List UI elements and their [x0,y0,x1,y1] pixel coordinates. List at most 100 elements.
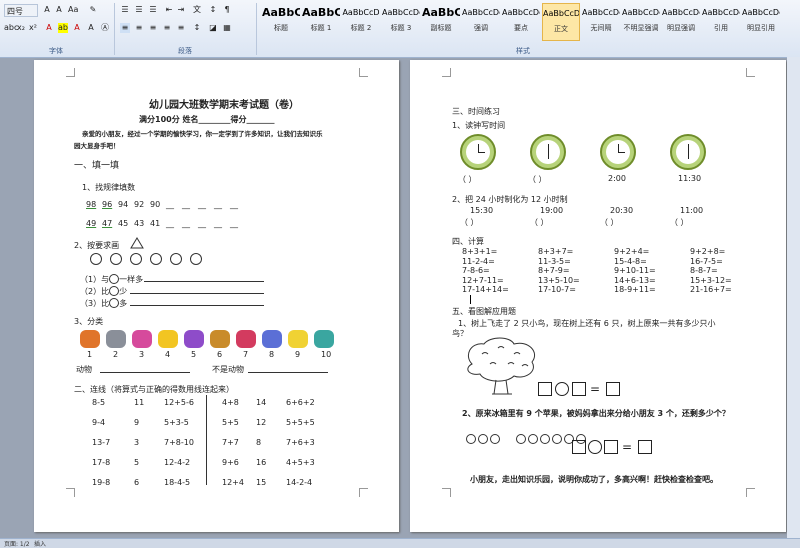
styles-group: AaBbC 标题 AaBbC 标题 1 AaBbCcD 标题 2 AaBbCcDd 标题 3A… [258,0,788,57]
answer-line [248,372,328,373]
numbering-icon[interactable]: ☰ [134,5,144,15]
enclose-char-icon[interactable]: Ⓐ [100,23,110,33]
style-sample: AaBbCcDd [502,8,540,17]
align-center-icon[interactable]: ≡ [134,23,144,33]
vertical-scrollbar[interactable] [787,57,800,538]
answer-box[interactable] [638,440,652,454]
answer-line [144,281,264,282]
animal-picture [80,330,100,348]
match-cell: 4+8 [222,398,239,407]
shrink-font-icon[interactable]: A [54,5,64,15]
pattern-cell: __ [166,219,174,228]
animal-picture [106,330,126,348]
match-cell: 8-5 [92,398,106,407]
multilevel-icon[interactable]: ☰ [148,5,158,15]
grow-font-icon[interactable]: A [42,5,52,15]
crop-mark [442,68,451,77]
borders-icon[interactable]: ▦ [222,23,232,33]
style-sample: AaBbCcDc [742,8,780,17]
style-2[interactable]: AaBbC 标题 1 [302,3,340,41]
answer-box[interactable] [572,440,586,454]
style-6[interactable]: AaBbCcDd 强调 [462,3,500,41]
style-name: 无间隔 [590,24,612,32]
match-cell: 9-4 [92,418,106,427]
answer-box[interactable] [604,440,618,454]
superscript-icon[interactable]: x² [28,23,38,33]
section-3-2-heading: 2、把 24 小时制化为 12 小时制 [452,195,568,204]
highlight-icon[interactable]: ab [58,23,68,33]
operator-circle[interactable] [588,440,602,454]
change-case-icon[interactable]: Aa [68,5,78,15]
decrease-indent-icon[interactable]: ⇤ [164,5,174,15]
clear-format-icon[interactable]: ✎ [88,5,98,15]
match-cell: 5+5 [222,418,239,427]
match-cell: 6+6+2 [286,398,315,407]
match-cell: 13-7 [92,438,111,447]
pattern-cell: __ [182,200,190,209]
match-cell: 16 [256,458,267,467]
distribute-icon[interactable]: ≡ [176,23,186,33]
animal-number: 7 [243,350,249,359]
animal-picture [262,330,282,348]
style-5[interactable]: AaBbC 副标题 [422,3,460,41]
font-color-icon[interactable]: A [72,23,82,33]
circle-shape [170,253,182,265]
match-cell: 7+7 [222,438,239,447]
style-4[interactable]: AaBbCcDd 标题 3 [382,3,420,41]
intro-line-2: 园大显身手吧！ [74,142,120,150]
problem-2: 2、原来冰箱里有 9 个苹果，被妈妈拿出来分给小朋友 3 个，还剩多少个？ [462,409,730,418]
style-12[interactable]: AaBbCcDc 引用 [702,3,740,41]
strikethrough-icon[interactable]: abc [4,23,18,33]
crop-mark [66,488,75,497]
style-sample: AaBbC [422,6,460,19]
text-effect-icon[interactable]: A [44,23,54,33]
apple-icon [528,434,538,444]
ribbon: 四号 A A Aa ✎ abc x₂ x² A ab A A Ⓐ 字体 ☰ ☰ … [0,0,800,58]
answer-box[interactable] [538,382,552,396]
answer-box[interactable] [572,382,586,396]
pattern-cell: __ [198,219,206,228]
calc-item: 18-9+11= [614,285,656,294]
increase-indent-icon[interactable]: ⇥ [176,5,186,15]
style-sample: AaBbCcDc [543,9,579,18]
match-cell: 12-4-2 [164,458,191,467]
crop-mark [359,488,368,497]
pattern-cell: 96 [102,200,113,209]
subscript-icon[interactable]: x₂ [16,23,26,33]
animal-number: 2 [113,350,119,359]
clock-picture [530,134,566,170]
chinese-layout-icon[interactable]: 文 [192,5,202,15]
sort-icon[interactable]: ↕ [208,5,218,15]
font-group-label: 字体 [49,47,63,55]
calc-item: 16-7-5= [690,256,723,266]
animal-picture [314,330,334,348]
match-cell: 5+3-5 [164,418,189,427]
style-10[interactable]: AaBbCcDc 不明显强调 [622,3,660,41]
style-sample: AaBbCcD [342,8,380,17]
style-11[interactable]: AaBbCcDc 明显强调 [662,3,700,41]
line-spacing-icon[interactable]: ↕ [192,23,202,33]
answer-box[interactable] [606,382,620,396]
match-cell: 18-4-5 [164,478,191,487]
char-shading-icon[interactable]: A [86,23,96,33]
justify-icon[interactable]: ≡ [162,23,172,33]
font-size-select[interactable]: 四号 [4,4,38,17]
align-right-icon[interactable]: ≡ [148,23,158,33]
time-24h: 20:30 [610,206,634,215]
style-7[interactable]: AaBbCcDd 要点 [502,3,540,41]
match-cell: 14-2-4 [286,478,313,487]
operator-circle[interactable] [555,382,569,396]
style-9[interactable]: AaBbCcDc 无间隔 [582,3,620,41]
shading-icon[interactable]: ◪ [208,23,218,33]
style-name: 正文 [554,25,568,33]
style-sample: AaBbCcDc [622,8,660,17]
crop-mark [66,68,75,77]
style-3[interactable]: AaBbCcD 标题 2 [342,3,380,41]
style-8[interactable]: AaBbCcDc 正文 [542,3,580,41]
section-1-2-heading: 2、按要求画 [74,241,120,250]
style-13[interactable]: AaBbCcDc 明显引用 [742,3,780,41]
style-1[interactable]: AaBbC 标题 [262,3,300,41]
bullets-icon[interactable]: ☰ [120,5,130,15]
show-marks-icon[interactable]: ¶ [222,5,232,15]
align-left-icon[interactable]: ≡ [120,23,130,33]
